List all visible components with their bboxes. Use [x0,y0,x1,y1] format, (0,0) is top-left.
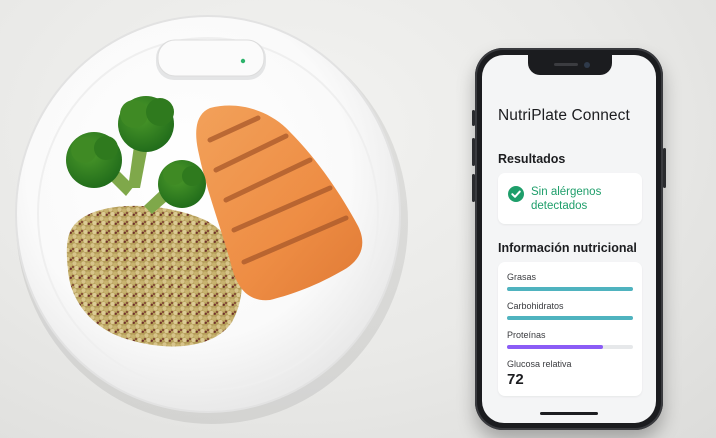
nutrition-heading: Información nutricional [498,241,637,255]
nutrient-label-carbs: Carbohidratos [507,301,564,311]
mute-switch [472,110,475,126]
glucose-value: 72 [507,371,524,388]
fat-bar-fill [507,287,633,291]
speaker [554,63,578,66]
carbs-bar-fill [507,316,633,320]
allergen-status-text: Sin alérgenos detectados [531,186,602,212]
phone-screen: NutriPlate Connect Resultados Sin alérge… [482,55,656,423]
glucose-label: Glucosa relativa [507,359,572,369]
nutrient-label-protein: Proteínas [507,330,546,340]
volume-up-button [472,138,475,166]
app-title: NutriPlate Connect [498,107,630,124]
check-circle-icon [508,186,524,202]
fat-bar [507,287,633,291]
results-heading: Resultados [498,152,566,166]
nutrient-label-fat: Grasas [507,272,537,282]
power-button [663,148,666,188]
sensor-led-icon [240,58,246,64]
nutrition-card: Grasas Carbohidratos Proteínas Glucosa r… [498,262,642,396]
smartphone: NutriPlate Connect Resultados Sin alérge… [472,48,666,430]
smart-sensor-device [156,39,266,80]
camera [584,62,590,68]
allergen-result-card[interactable]: Sin alérgenos detectados [498,173,642,224]
carbs-bar [507,316,633,320]
home-indicator[interactable] [540,412,598,415]
protein-bar [507,345,633,349]
notch [528,55,612,75]
volume-down-button [472,174,475,202]
protein-bar-fill [507,345,603,349]
